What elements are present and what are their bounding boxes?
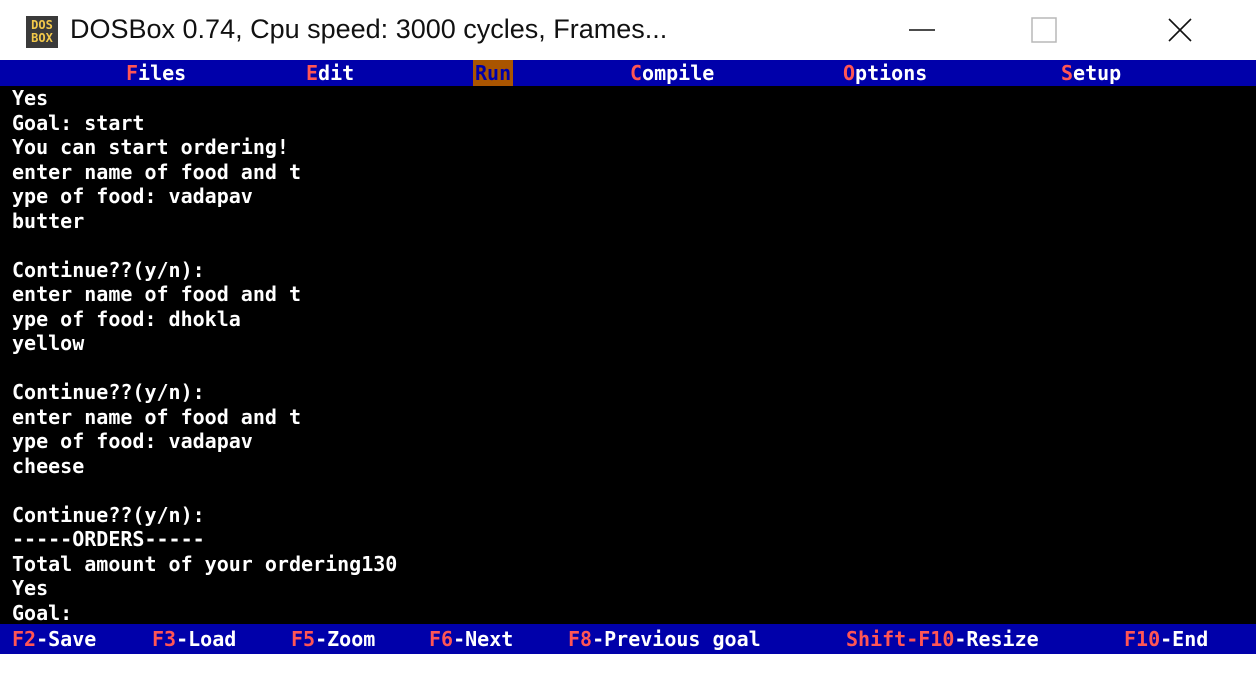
menu-bar: Files Edit Run Compile Options Setup — [0, 60, 1256, 86]
menu-options-label: ptions — [855, 61, 928, 85]
menu-setup-label: etup — [1073, 61, 1122, 85]
close-icon — [1168, 18, 1192, 42]
fkey-save-key: F2 — [12, 627, 37, 651]
minimize-button[interactable] — [878, 0, 966, 60]
menu-files-hotkey: F — [126, 61, 139, 85]
console-line: enter name of food and t — [12, 159, 301, 184]
console-line: Continue??(y/n): — [12, 257, 205, 282]
fkey-zoom[interactable]: F5-Zoom — [291, 624, 375, 654]
fkey-next[interactable]: F6-Next — [429, 624, 513, 654]
menu-run-hotkey: R — [475, 61, 488, 85]
minimize-icon — [909, 29, 935, 31]
menu-run-label: un — [487, 61, 512, 85]
console-line: Yes — [12, 576, 49, 600]
window-title: DOSBox 0.74, Cpu speed: 3000 cycles, Fra… — [70, 14, 668, 44]
menu-files[interactable]: Files — [124, 60, 188, 86]
title-bar[interactable]: DOS BOX DOSBox 0.74, Cpu speed: 3000 cyc… — [0, 0, 1256, 60]
fkey-zoom-label: -Zoom — [315, 627, 376, 651]
maximize-icon — [1031, 17, 1057, 43]
fkey-resize-label: -Resize — [954, 627, 1039, 651]
menu-setup[interactable]: Setup — [1059, 60, 1123, 86]
console-line: yellow — [12, 331, 85, 355]
fkey-previous-goal[interactable]: F8-Previous goal — [568, 624, 761, 654]
console-line: Goal: — [12, 600, 73, 625]
fkey-save-label: -Save — [36, 627, 97, 651]
console-line: Goal: start — [12, 110, 145, 135]
menu-compile[interactable]: Compile — [628, 60, 716, 86]
console-line: Continue??(y/n): — [12, 380, 205, 404]
fkey-previous-goal-key: F8 — [568, 627, 593, 651]
console-output[interactable]: Yes Goal: start You can start ordering! … — [12, 86, 1242, 628]
fkey-resize[interactable]: Shift-F10-Resize — [846, 624, 1039, 654]
fkey-previous-goal-label: -Previous goal — [592, 627, 761, 651]
console-line: Yes — [12, 86, 49, 110]
fkey-resize-key: Shift-F10 — [846, 627, 955, 651]
menu-options[interactable]: Options — [841, 60, 929, 86]
console-line: ype of food: dhokla — [12, 306, 241, 331]
menu-files-label: iles — [138, 61, 187, 85]
console-line: You can start ordering! — [12, 135, 289, 159]
console-line: enter name of food and t — [12, 282, 301, 306]
console-line: ype of food: vadapav — [12, 184, 253, 208]
fkey-load-label: -Load — [176, 627, 237, 651]
menu-edit-label: dit — [318, 61, 355, 85]
fkey-load[interactable]: F3-Load — [152, 624, 236, 654]
function-key-bar: F2-Save F3-Load F5-Zoom F6-Next F8-Previ… — [0, 624, 1256, 654]
fkey-save[interactable]: F2-Save — [12, 624, 96, 654]
menu-compile-hotkey: C — [630, 61, 643, 85]
dosbox-app-icon[interactable]: DOS BOX — [26, 16, 58, 48]
maximize-button[interactable] — [1000, 0, 1088, 60]
fkey-end[interactable]: F10-End — [1124, 624, 1208, 654]
menu-setup-hotkey: S — [1061, 61, 1074, 85]
console-line: ype of food: vadapav — [12, 429, 253, 453]
console-line: Continue??(y/n): — [12, 502, 205, 527]
window-bottom-border — [0, 654, 1256, 679]
console-line: -----ORDERS----- — [12, 527, 205, 551]
menu-edit[interactable]: Edit — [304, 60, 356, 86]
console-line: butter — [12, 208, 85, 233]
fkey-end-key: F10 — [1124, 627, 1161, 651]
menu-options-hotkey: O — [843, 61, 856, 85]
icon-text-bottom: BOX — [31, 31, 53, 45]
console-line: cheese — [12, 453, 85, 478]
menu-edit-hotkey: E — [306, 61, 319, 85]
fkey-next-label: -Next — [453, 627, 514, 651]
fkey-zoom-key: F5 — [291, 627, 316, 651]
dos-screen[interactable]: Files Edit Run Compile Options Setup Yes… — [0, 60, 1256, 654]
console-line: Total amount of your ordering130 — [12, 551, 398, 576]
close-button[interactable] — [1136, 0, 1224, 60]
fkey-next-key: F6 — [429, 627, 454, 651]
menu-run[interactable]: Run — [473, 60, 514, 86]
fkey-load-key: F3 — [152, 627, 177, 651]
fkey-end-label: -End — [1160, 627, 1209, 651]
console-line: enter name of food and t — [12, 404, 301, 429]
menu-compile-label: ompile — [642, 61, 715, 85]
